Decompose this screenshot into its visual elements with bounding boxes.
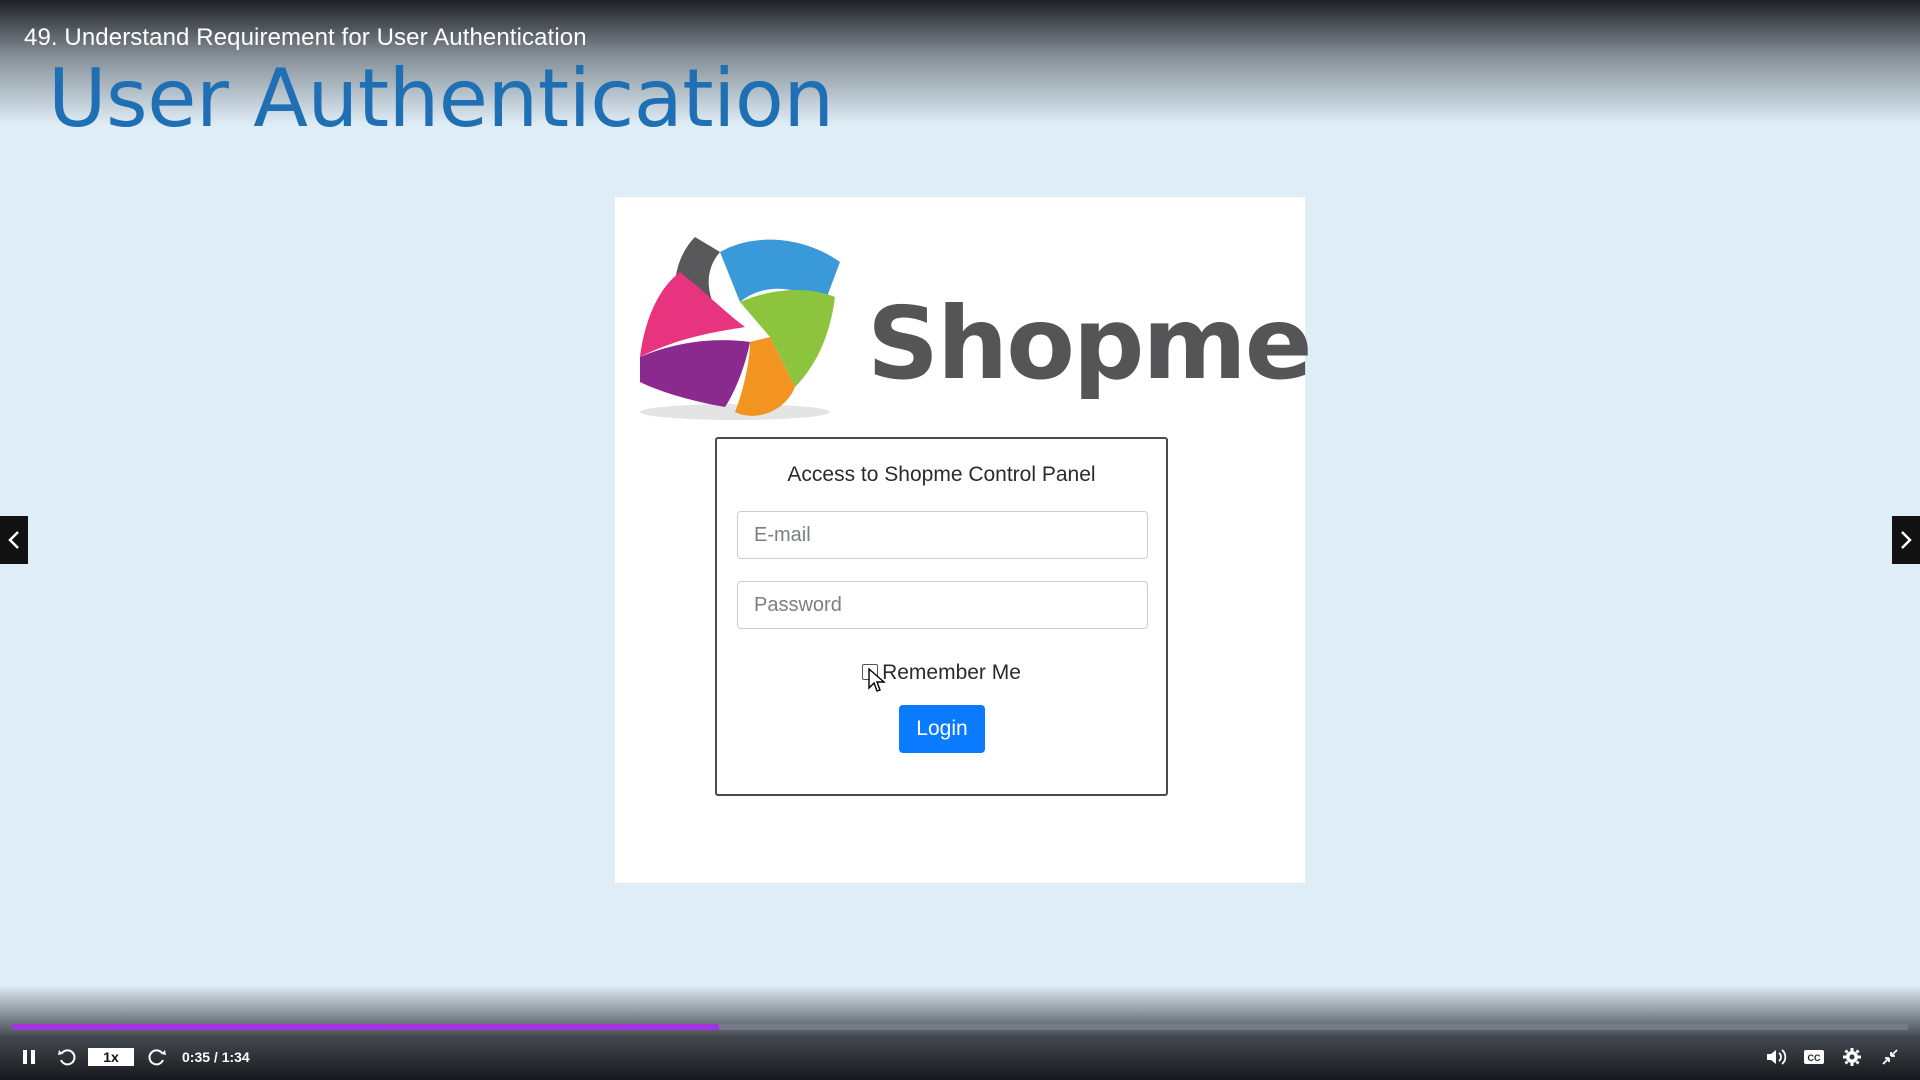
forward-icon <box>148 1049 166 1066</box>
chevron-left-icon <box>8 531 19 549</box>
captions-button[interactable]: CC <box>1800 1043 1828 1071</box>
previous-lecture-button[interactable] <box>0 516 28 564</box>
settings-button[interactable] <box>1838 1043 1866 1071</box>
replay-button[interactable] <box>54 1043 80 1071</box>
remember-me-row[interactable]: Remember Me <box>717 661 1166 685</box>
pause-icon <box>23 1050 35 1064</box>
pause-button[interactable] <box>16 1043 42 1071</box>
password-field[interactable] <box>737 581 1148 629</box>
next-lecture-button[interactable] <box>1892 516 1920 564</box>
player-controls: 1x 0:35 / 1:34 CC <box>0 1043 1920 1073</box>
login-card: Access to Shopme Control Panel Remember … <box>715 437 1168 796</box>
time-readout: 0:35 / 1:34 <box>182 1049 250 1065</box>
volume-button[interactable] <box>1762 1043 1790 1071</box>
shopme-logo-icon <box>640 237 840 420</box>
progress-bar[interactable] <box>12 1024 1908 1030</box>
exit-fullscreen-button[interactable] <box>1876 1043 1904 1071</box>
svg-text:CC: CC <box>1808 1053 1821 1063</box>
login-button[interactable]: Login <box>899 705 985 753</box>
video-title: 49. Understand Requirement for User Auth… <box>24 24 587 51</box>
forward-button[interactable] <box>144 1043 170 1071</box>
captions-icon: CC <box>1804 1050 1824 1064</box>
playback-speed-button[interactable]: 1x <box>88 1048 134 1066</box>
login-card-title: Access to Shopme Control Panel <box>787 463 1096 486</box>
email-field[interactable] <box>737 511 1148 559</box>
replay-icon <box>58 1049 76 1066</box>
logo-wordmark: Shopme <box>867 285 1313 402</box>
progress-fill <box>12 1024 720 1030</box>
settings-icon <box>1843 1048 1861 1066</box>
remember-me-label: Remember Me <box>882 661 1021 684</box>
slide-heading: User Authentication <box>48 52 834 145</box>
mouse-cursor-icon <box>868 668 886 692</box>
chevron-right-icon <box>1901 531 1912 549</box>
volume-icon <box>1767 1049 1787 1065</box>
shopme-logo: Shopme <box>635 217 1313 427</box>
app-screenshot-panel: Shopme Access to Shopme Control Panel Re… <box>615 197 1313 883</box>
exit-fullscreen-icon <box>1882 1049 1898 1065</box>
